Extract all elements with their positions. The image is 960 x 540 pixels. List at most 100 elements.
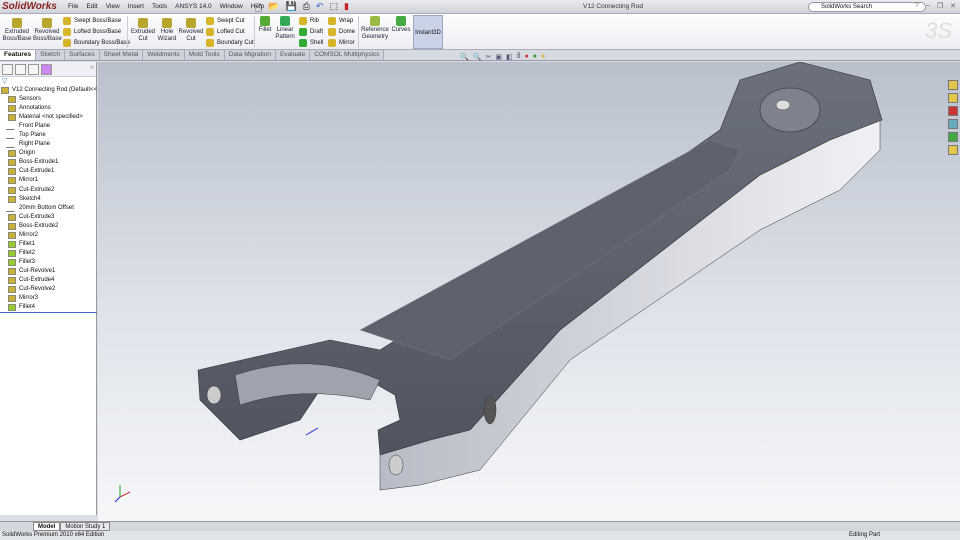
lofted-boss-button[interactable]: Lofted Boss/Base: [63, 28, 121, 36]
menu-tools[interactable]: Tools: [152, 3, 167, 10]
tab-data-migration[interactable]: Data Migration: [224, 50, 276, 60]
curves-button[interactable]: Curves: [390, 14, 412, 34]
tree-item[interactable]: 20mm Bottom Offset: [0, 204, 96, 213]
tree-item[interactable]: Cut-Extrude2: [0, 186, 96, 195]
swept-cut-button[interactable]: Swept Cut: [206, 17, 245, 25]
tree-item[interactable]: Fillet4: [0, 303, 96, 312]
tab-evaluate[interactable]: Evaluate: [275, 50, 311, 60]
filter-icon[interactable]: ▽: [0, 77, 96, 86]
tree-item[interactable]: Origin: [0, 149, 96, 158]
tab-sheet-metal[interactable]: Sheet Metal: [99, 50, 144, 60]
section-view-icon[interactable]: ✂: [485, 53, 491, 61]
expand-icon[interactable]: »: [90, 64, 94, 74]
menu-bar: File Edit View Insert Tools ANSYS 14.0 W…: [68, 3, 264, 10]
dome-button[interactable]: Dome: [328, 28, 355, 36]
tree-item[interactable]: Material <not specified>: [0, 113, 96, 122]
tree-item[interactable]: Sensors: [0, 95, 96, 104]
custom-properties-icon[interactable]: [948, 145, 958, 155]
tab-surfaces[interactable]: Surfaces: [64, 50, 100, 60]
tree-item[interactable]: Boss-Extrude1: [0, 158, 96, 167]
fillet-button[interactable]: Fillet: [257, 14, 273, 34]
tree-item[interactable]: Mirror3: [0, 294, 96, 303]
tree-item[interactable]: Mirror2: [0, 231, 96, 240]
menu-ansys[interactable]: ANSYS 14.0: [175, 3, 212, 10]
tree-item[interactable]: Fillet2: [0, 249, 96, 258]
swept-boss-button[interactable]: Swept Boss/Base: [63, 17, 121, 25]
file-explorer-icon[interactable]: [948, 106, 958, 116]
tree-item[interactable]: Boss-Extrude2: [0, 222, 96, 231]
appearance-icon[interactable]: ●: [524, 53, 528, 61]
tab-weldments[interactable]: Weldments: [143, 50, 185, 60]
small-end-bore: [759, 87, 821, 133]
reference-geometry-button[interactable]: Reference Geometry: [360, 14, 390, 41]
help-icon[interactable]: ?: [915, 2, 919, 10]
tab-sketch[interactable]: Sketch: [36, 50, 65, 60]
model-tabs: Model Motion Study 1: [0, 521, 960, 531]
hide-show-icon[interactable]: ƌ: [517, 53, 521, 61]
tree-root[interactable]: V12 Connecting Rod (Default<<: [0, 86, 97, 95]
triad-icon: [114, 485, 131, 503]
tree-item[interactable]: Cut-Extrude4: [0, 276, 96, 285]
tree-item[interactable]: Cut-Revolve2: [0, 285, 96, 294]
scene-icon[interactable]: ●: [533, 53, 537, 61]
document-title: V12 Connecting Rod: [583, 3, 643, 10]
draft-button[interactable]: Draft: [299, 28, 323, 36]
tab-model[interactable]: Model: [33, 522, 61, 531]
tab-motion-study[interactable]: Motion Study 1: [60, 522, 111, 531]
close-icon[interactable]: ✕: [950, 2, 956, 10]
tab-comsol[interactable]: COMSOL Multiphysics: [310, 50, 385, 60]
tree-item[interactable]: Front Plane: [0, 122, 96, 131]
tree-item[interactable]: Cut-Revolve1: [0, 267, 96, 276]
tree-item[interactable]: Cut-Extrude1: [0, 167, 96, 176]
boundary-cut-button[interactable]: Boundary Cut: [206, 39, 254, 47]
extruded-cut-button[interactable]: Extruded Cut: [130, 16, 156, 43]
menu-file[interactable]: File: [68, 3, 78, 10]
tree-item[interactable]: Top Plane: [0, 131, 96, 140]
tree-item[interactable]: Fillet1: [0, 240, 96, 249]
restore-icon[interactable]: ❐: [937, 2, 943, 10]
tree-item[interactable]: Sketch4: [0, 195, 96, 204]
tree-item[interactable]: Annotations: [0, 104, 96, 113]
menu-insert[interactable]: Insert: [128, 3, 144, 10]
minimize-icon[interactable]: –: [926, 2, 930, 10]
property-manager-icon[interactable]: [15, 64, 26, 75]
feature-tree-icon[interactable]: [2, 64, 13, 75]
revolved-cut-button[interactable]: Revolved Cut: [178, 16, 204, 43]
lofted-cut-button[interactable]: Lofted Cut: [206, 28, 245, 36]
resources-icon[interactable]: [948, 80, 958, 90]
graphics-area[interactable]: [98, 61, 960, 521]
tree-item[interactable]: Mirror1: [0, 176, 96, 185]
menu-window[interactable]: Window: [220, 3, 243, 10]
view-orientation-icon[interactable]: ▣: [495, 53, 502, 61]
shell-button[interactable]: Shell: [299, 39, 323, 47]
mirror-button[interactable]: Mirror: [328, 39, 355, 47]
rib-button[interactable]: Rib: [299, 17, 319, 25]
configuration-manager-icon[interactable]: [28, 64, 39, 75]
search-input[interactable]: SolidWorks Search: [808, 2, 926, 12]
linear-pattern-button[interactable]: Linear Pattern: [274, 14, 296, 41]
zoom-fit-icon[interactable]: 🔍: [460, 53, 469, 61]
design-library-icon[interactable]: [948, 93, 958, 103]
tree-item[interactable]: Right Plane: [0, 140, 96, 149]
zoom-area-icon[interactable]: 🔍: [473, 53, 482, 61]
instant3d-button[interactable]: Instant3D: [413, 15, 443, 49]
menu-edit[interactable]: Edit: [86, 3, 97, 10]
wrap-button[interactable]: Wrap: [328, 17, 353, 25]
connecting-rod-model: [114, 61, 883, 503]
view-palette-icon[interactable]: [948, 119, 958, 129]
appearances-icon[interactable]: [948, 132, 958, 142]
boundary-boss-button[interactable]: Boundary Boss/Base: [63, 39, 130, 47]
hole-wizard-button[interactable]: Hole Wizard: [156, 16, 178, 43]
tab-features[interactable]: Features: [0, 50, 37, 60]
tree-item[interactable]: Cut-Extrude3: [0, 213, 96, 222]
revolved-boss-button[interactable]: Revolved Boss/Base: [33, 16, 62, 43]
tab-mold-tools[interactable]: Mold Tools: [184, 50, 225, 60]
menu-view[interactable]: View: [106, 3, 120, 10]
realview-icon[interactable]: ●: [541, 53, 545, 61]
revolve-cut-icon: [186, 18, 196, 28]
extruded-boss-button[interactable]: Extruded Boss/Base: [2, 16, 32, 43]
display-style-icon[interactable]: ◧: [506, 53, 513, 61]
rollback-bar[interactable]: [0, 312, 97, 313]
display-manager-icon[interactable]: [41, 64, 52, 75]
tree-item[interactable]: Fillet3: [0, 258, 96, 267]
